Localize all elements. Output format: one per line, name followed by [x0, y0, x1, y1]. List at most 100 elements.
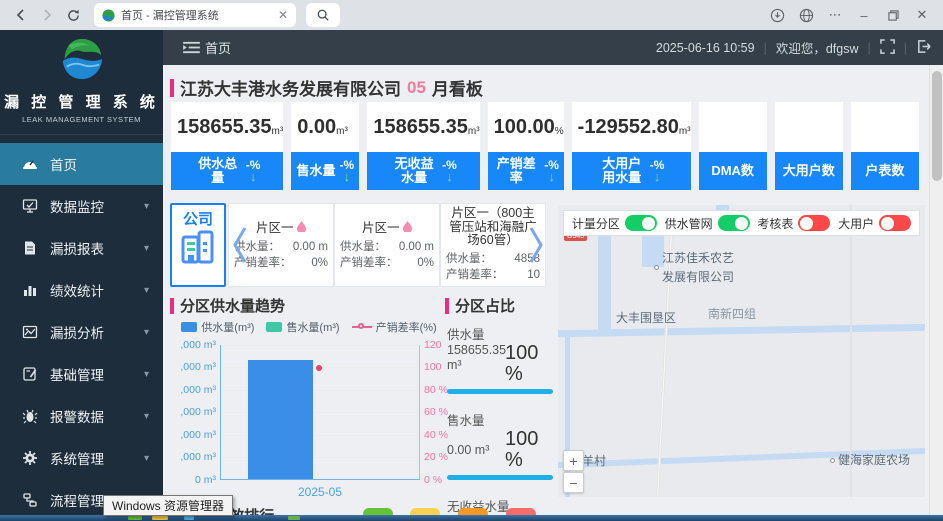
- toggle-big-user: 大用户: [838, 215, 911, 232]
- browser-back-icon[interactable]: [8, 2, 34, 28]
- downloads-icon[interactable]: [766, 4, 788, 26]
- board-suffix: 月看板: [432, 75, 483, 100]
- scrollbar-thumb[interactable]: [932, 71, 942, 181]
- map-zoom-out-button[interactable]: −: [563, 472, 584, 493]
- kpi-button-dma-count[interactable]: DMA数: [699, 152, 767, 190]
- chevron-down-icon: ▾: [144, 453, 149, 464]
- share-title: 分区占比: [445, 295, 555, 316]
- browser-forward-icon[interactable]: [34, 2, 60, 28]
- sidebar-item-performance-stats[interactable]: 绩效统计 ▾: [0, 269, 163, 311]
- fullscreen-icon[interactable]: [880, 39, 895, 57]
- district-supply-row: 供水量：0.00 m: [234, 239, 328, 255]
- browser-reload-icon[interactable]: [60, 2, 86, 28]
- analysis-image-icon: [22, 324, 38, 340]
- map-farm-label: 健海家庭农场: [830, 451, 910, 468]
- yaxis-left-tick: ,000 m³: [170, 451, 216, 463]
- browser-search-button[interactable]: [306, 3, 340, 27]
- browser-tab[interactable]: 首页 - 漏控管理系统 ✕: [94, 3, 296, 27]
- district-rate-row: 产销差率：0%: [340, 255, 434, 271]
- district-card[interactable]: 片区一 供水量：0.00 m 产销差率：0%: [334, 203, 440, 287]
- sidebar-item-label: 报警数据: [50, 406, 104, 426]
- chart-plot: [220, 345, 420, 480]
- app-window: 首页 - 漏控管理系统 ✕ ⋯ – ✕: [0, 0, 943, 521]
- big-user-switch[interactable]: [879, 215, 911, 231]
- card-badge-icon: [297, 221, 306, 232]
- sidebar-item-leak-analysis[interactable]: 漏损分析 ▾: [0, 311, 163, 353]
- legend-sale[interactable]: 售水量(m³): [266, 319, 339, 335]
- rate-dot[interactable]: [316, 365, 322, 371]
- supply-bar[interactable]: [248, 360, 313, 479]
- map-zoom-in-button[interactable]: +: [563, 450, 584, 471]
- kpi-button-big-user-count[interactable]: 大用户数: [775, 152, 843, 190]
- map-layer-toggle-panel: 计量分区 供水管网 考核表 大用户: [563, 210, 920, 236]
- restore-icon[interactable]: [882, 4, 904, 26]
- logout-icon[interactable]: [916, 39, 931, 57]
- kpi-button-sale[interactable]: 售水量-%↓: [291, 152, 359, 190]
- chevron-down-icon: ▾: [144, 327, 149, 338]
- metering-zone-switch[interactable]: [625, 215, 657, 231]
- sidebar-item-label: 漏损分析: [50, 322, 104, 342]
- windows-tooltip: Windows 资源管理器: [103, 495, 233, 516]
- kpi-button-meter-count[interactable]: 户表数: [851, 152, 919, 190]
- kpi-button-nonrevenue[interactable]: 无收益水量-%↓: [367, 152, 479, 190]
- pipe-network-switch[interactable]: [718, 215, 750, 231]
- taskbar-icon[interactable]: [152, 516, 168, 520]
- carousel-prev-icon[interactable]: [232, 225, 248, 270]
- chart-legend: 供水量(m³) 售水量(m³) 产销差率(%): [170, 319, 448, 335]
- kpi-button-big-user[interactable]: 大用户用水量-%↓: [572, 152, 691, 190]
- legend-swatch-icon: [266, 322, 282, 332]
- minimize-icon[interactable]: –: [853, 4, 875, 26]
- map-village-label: 羊村: [582, 452, 606, 469]
- tab-close-icon[interactable]: ✕: [278, 8, 288, 22]
- sidebar-item-label: 数据监控: [50, 196, 104, 216]
- globe-icon[interactable]: [795, 4, 817, 26]
- kpi-card-nonrevenue: 158655.35m³ 无收益水量-%↓: [366, 101, 480, 191]
- sidebar-item-basic-management[interactable]: 基础管理 ▾: [0, 353, 163, 395]
- switch-knob: [735, 217, 748, 230]
- sidebar-item-label: 首页: [50, 154, 77, 174]
- flow-icon: [22, 492, 38, 508]
- card-badge-icon: [403, 221, 412, 232]
- collapse-menu-icon[interactable]: [183, 41, 200, 59]
- kpi-value: 158655.35m³: [367, 102, 479, 152]
- sidebar-item-label: 流程管理: [50, 490, 104, 510]
- divider: |: [868, 41, 871, 55]
- trend-down-icon: ↓: [250, 171, 257, 183]
- sidebar-item-data-monitor[interactable]: 数据监控 ▾: [0, 185, 163, 227]
- close-window-icon[interactable]: ✕: [911, 4, 933, 26]
- kpi-button-supply-total[interactable]: 供水总量-%↓: [171, 152, 283, 190]
- sidebar-item-home[interactable]: 首页: [0, 143, 163, 185]
- chevron-down-icon: ▾: [144, 243, 149, 254]
- company-card[interactable]: 公司: [170, 203, 226, 287]
- kpi-value: [699, 102, 767, 152]
- carousel-next-icon[interactable]: [528, 225, 544, 270]
- kpi-card-meter-count: 户表数: [850, 101, 920, 191]
- sidebar-item-label: 基础管理: [50, 364, 104, 384]
- taskbar-icon[interactable]: [128, 516, 142, 520]
- district-carousel: 片区一 供水量：0.00 m 产销差率：0% 片区一 供水量：0.00 m 产销…: [228, 203, 546, 287]
- taskbar-icon[interactable]: [288, 516, 300, 520]
- tab-title: 首页 - 漏控管理系统: [121, 7, 272, 23]
- map-water-canal: [598, 231, 611, 333]
- legend-swatch-icon: [181, 322, 197, 332]
- taskbar-icon[interactable]: [184, 516, 194, 520]
- legend-rate[interactable]: 产销差率(%): [352, 319, 437, 335]
- sidebar-item-system-management[interactable]: 系统管理 ▾: [0, 437, 163, 479]
- logo-block: 漏 控 管 理 系 统 LEAK MANAGEMENT SYSTEM: [0, 30, 163, 135]
- yaxis-left-tick: ,000 m³: [170, 429, 216, 441]
- breadcrumb[interactable]: 首页: [205, 38, 231, 57]
- page-scrollbar[interactable]: [929, 65, 943, 515]
- assessment-meter-switch[interactable]: [798, 215, 830, 231]
- map-area-label: 大丰围垦区: [616, 309, 676, 326]
- sidebar-item-alarm-data[interactable]: 报警数据 ▾: [0, 395, 163, 437]
- legend-supply[interactable]: 供水量(m³): [181, 319, 254, 335]
- sidebar-item-leak-report[interactable]: 漏损报表 ▾: [0, 227, 163, 269]
- poi-marker-icon: [654, 265, 659, 270]
- kpi-button-nrw-rate[interactable]: 产销差率-%↓: [488, 152, 564, 190]
- kpi-value: 0.00m³: [291, 102, 359, 152]
- trend-down-icon: ↓: [446, 171, 453, 183]
- gis-map[interactable]: 计量分区 供水管网 考核表 大用户 G343 江苏佳禾农艺发展有限公: [558, 205, 925, 497]
- more-menu-icon[interactable]: ⋯: [824, 4, 846, 26]
- building-icon: [180, 229, 216, 265]
- yaxis-left-tick: 0 m³: [170, 474, 216, 486]
